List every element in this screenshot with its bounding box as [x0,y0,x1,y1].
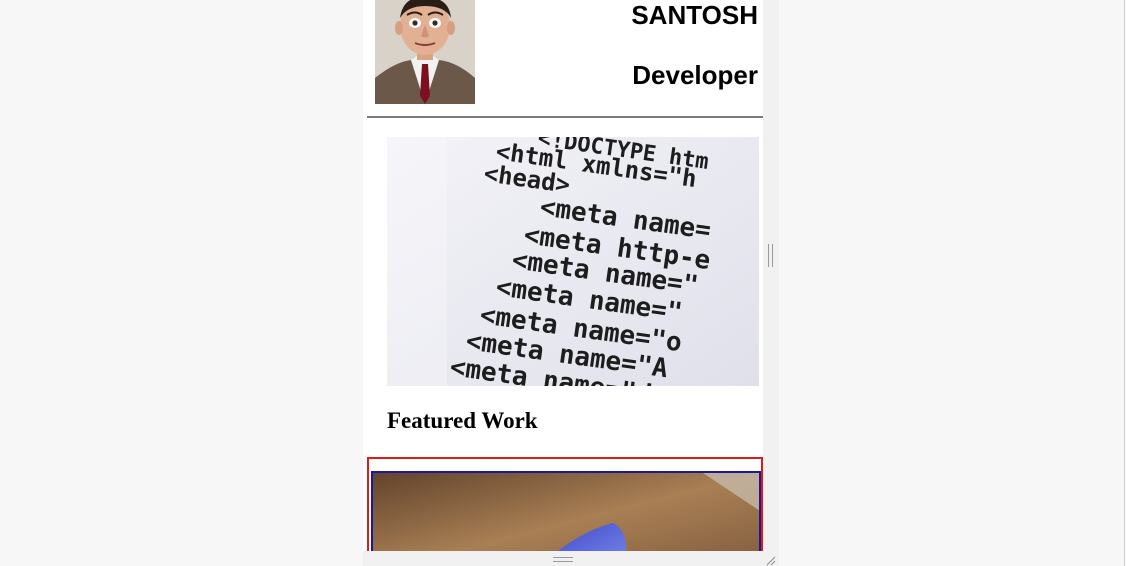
profile-name: SANTOSH [631,0,758,30]
frame-gutter [763,0,779,551]
site-header: SANTOSH Developer [363,0,763,118]
header-divider [367,116,763,118]
resize-handle-right[interactable] [768,244,773,267]
profile-role: Developer [632,60,758,90]
responsive-viewport: SANTOSH Developer <!DOCTYPE htm <html xm… [363,0,763,551]
resize-handle-bottom[interactable] [553,557,573,562]
featured-card-image [371,471,761,551]
profile-photo [375,0,475,104]
featured-work-heading: Featured Work [387,408,538,433]
hero-code-image: <!DOCTYPE htm <html xmlns="h <head> <met… [387,137,759,386]
resize-corner-icon[interactable] [765,553,776,566]
window-edge [1124,0,1125,566]
featured-card[interactable] [367,457,763,551]
